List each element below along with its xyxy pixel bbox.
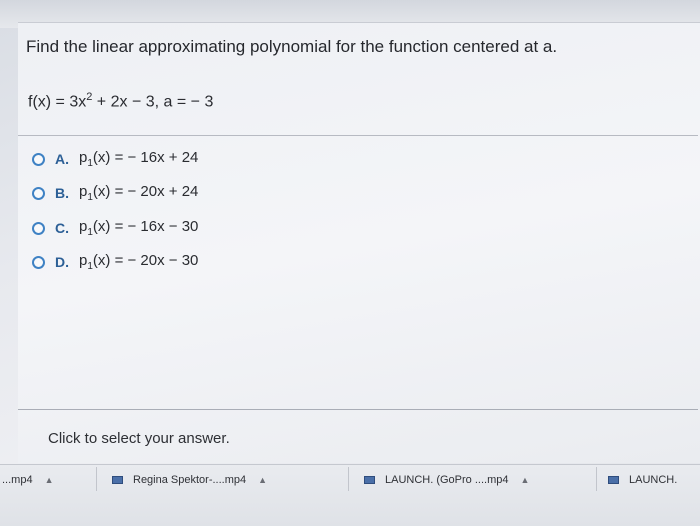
- download-item[interactable]: Regina Spektor-....mp4 ▲: [112, 471, 267, 489]
- option-letter: D.: [55, 254, 69, 270]
- option-text: p1(x) = − 16x − 30: [79, 218, 199, 238]
- question-divider: [18, 135, 698, 136]
- radio-button-icon[interactable]: [32, 152, 45, 166]
- function-prefix: f(x) = 3x: [28, 93, 87, 111]
- answer-option-d[interactable]: D. p1(x) = − 20x − 30: [32, 250, 198, 274]
- video-file-icon: [364, 476, 375, 484]
- option-letter: A.: [55, 151, 69, 167]
- download-label: LAUNCH. (GoPro ....mp4: [385, 474, 509, 486]
- instruction-text: Click to select your answer.: [48, 430, 230, 447]
- function-definition: f(x) = 3x2 + 2x − 3, a = − 3: [28, 91, 213, 111]
- download-item[interactable]: ...mp4 ▲: [2, 471, 54, 489]
- download-item[interactable]: LAUNCH.: [608, 471, 677, 489]
- download-label: Regina Spektor-....mp4: [133, 474, 247, 486]
- panel-footer-divider: [18, 409, 698, 410]
- option-text: p1(x) = − 16x + 24: [79, 149, 199, 169]
- download-separator: [596, 467, 597, 491]
- radio-button-icon[interactable]: [32, 255, 45, 269]
- radio-button-icon[interactable]: [32, 186, 45, 200]
- video-file-icon: [112, 476, 123, 484]
- download-separator: [348, 467, 349, 491]
- function-suffix: + 2x − 3, a = − 3: [92, 93, 214, 111]
- answer-option-c[interactable]: C. p1(x) = − 16x − 30: [32, 216, 198, 240]
- download-label: LAUNCH.: [629, 474, 678, 486]
- option-text: p1(x) = − 20x − 30: [79, 252, 199, 272]
- question-prompt: Find the linear approximating polynomial…: [26, 37, 558, 56]
- radio-button-icon[interactable]: [32, 221, 45, 235]
- chevron-up-icon[interactable]: ▲: [45, 475, 54, 485]
- chevron-up-icon[interactable]: ▲: [520, 475, 529, 485]
- question-panel: Find the linear approximating polynomial…: [18, 22, 700, 463]
- download-label: ...mp4: [2, 474, 33, 486]
- answer-option-a[interactable]: A. p1(x) = − 16x + 24: [32, 147, 198, 171]
- option-letter: C.: [55, 220, 69, 236]
- option-letter: B.: [55, 185, 69, 201]
- video-file-icon: [608, 476, 619, 484]
- download-separator: [96, 467, 97, 491]
- answer-option-b[interactable]: B. p1(x) = − 20x + 24: [32, 181, 198, 205]
- download-bar: ...mp4 ▲ Regina Spektor-....mp4 ▲ LAUNCH…: [0, 464, 700, 526]
- chevron-up-icon[interactable]: ▲: [258, 475, 267, 485]
- download-item[interactable]: LAUNCH. (GoPro ....mp4 ▲: [364, 471, 529, 489]
- option-text: p1(x) = − 20x + 24: [79, 183, 199, 203]
